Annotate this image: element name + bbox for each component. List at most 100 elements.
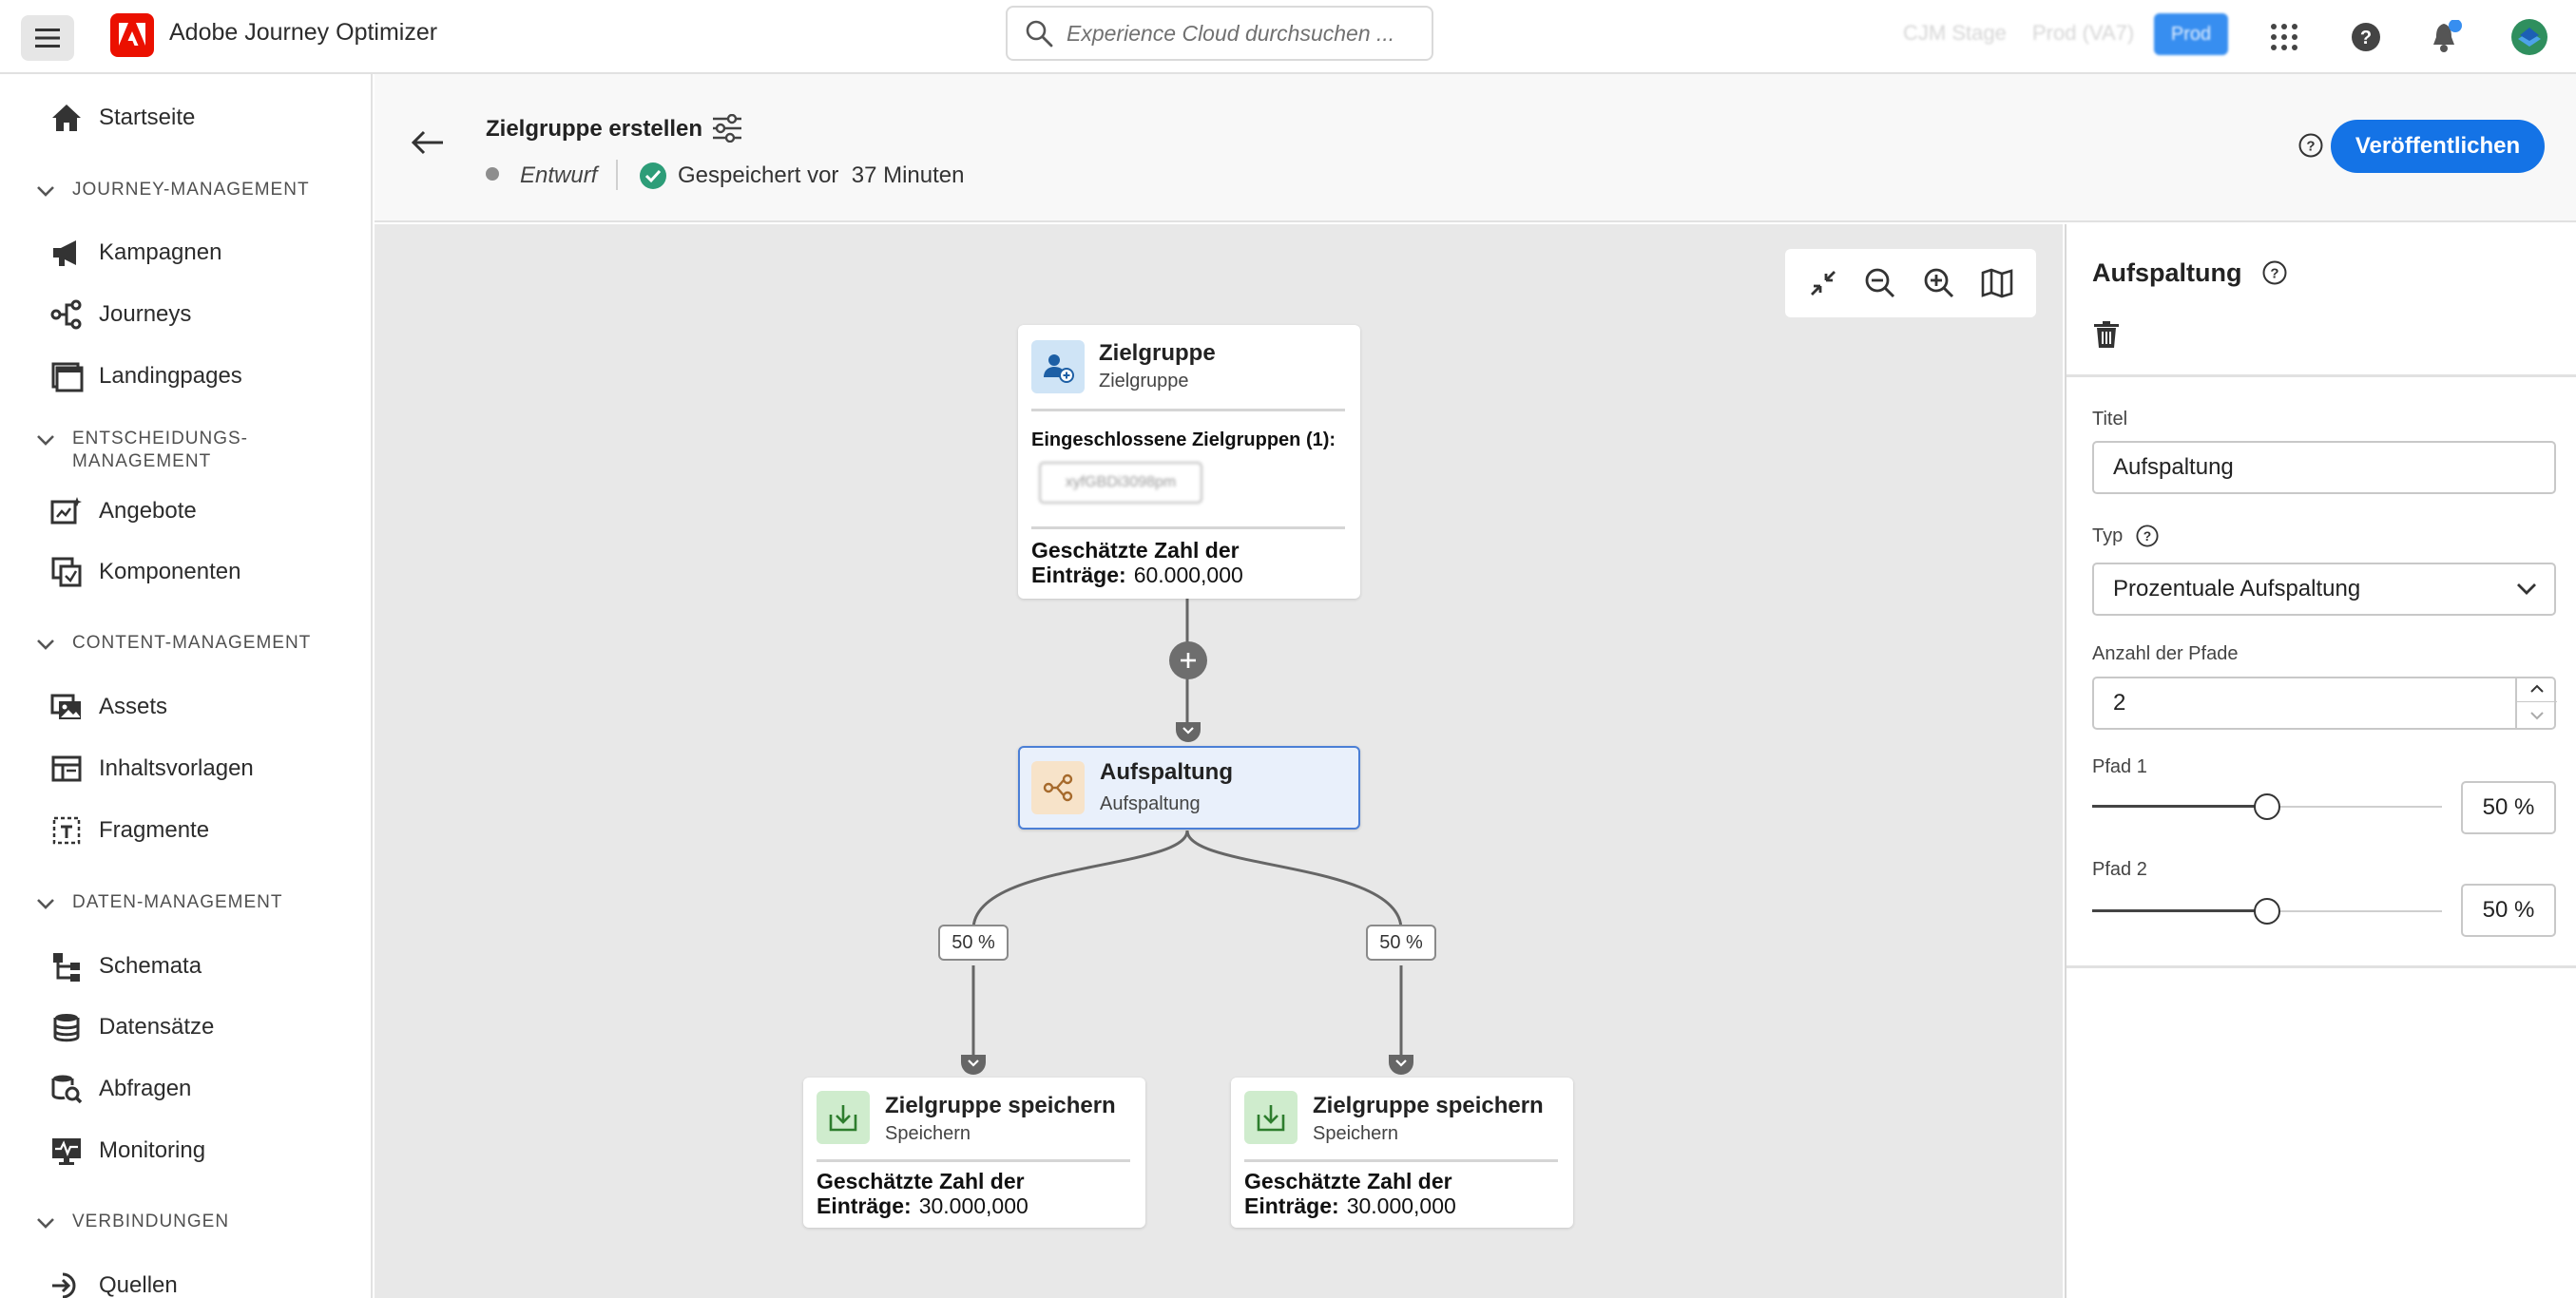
landing-page-icon <box>51 362 84 392</box>
chevron-down-icon <box>37 1218 54 1229</box>
avatar[interactable] <box>2508 15 2551 59</box>
connector-handle[interactable] <box>1176 722 1201 743</box>
search-input[interactable]: Experience Cloud durchsuchen ... <box>1006 6 1433 61</box>
path-2-label: Pfad 2 <box>2092 859 2147 880</box>
save-audience-node[interactable]: Zielgruppe speichern Speichern Geschätzt… <box>803 1078 1145 1228</box>
sidebar-item-inhaltsvorlagen[interactable]: Inhaltsvorlagen <box>49 750 254 788</box>
sidebar-item-komponenten[interactable]: Komponenten <box>49 553 240 591</box>
env-label-prod[interactable]: Prod <box>2154 13 2228 55</box>
audience-icon <box>1031 340 1085 393</box>
estimate-label-line2: Einträge: <box>817 1193 912 1218</box>
path-2-slider[interactable] <box>2092 897 2442 926</box>
sidebar-section-content-management[interactable]: CONTENT-MANAGEMENT <box>36 632 311 655</box>
estimate-label-line2: Einträge: <box>1031 563 1126 587</box>
estimate-label: Geschätzte Zahl der Einträge: 30.000,000 <box>817 1169 1028 1218</box>
sidebar-section-entscheidungs-management[interactable]: ENTSCHEIDUNGS- MANAGEMENT <box>36 428 248 473</box>
slider-handle[interactable] <box>2254 793 2280 820</box>
path-1-label: Pfad 1 <box>2092 756 2147 777</box>
sidebar-item-schemata[interactable]: Schemata <box>49 947 202 985</box>
save-audience-node[interactable]: Zielgruppe speichern Speichern Geschätzt… <box>1231 1078 1573 1228</box>
help-icon[interactable]: ? <box>2136 525 2159 547</box>
node-divider <box>1244 1159 1558 1162</box>
page-title: Zielgruppe erstellen <box>486 116 703 142</box>
node-divider <box>1031 526 1345 529</box>
adobe-logo[interactable] <box>110 13 154 57</box>
sidebar-item-kampagnen[interactable]: Kampagnen <box>49 234 221 272</box>
section-line-2: MANAGEMENT <box>72 451 212 471</box>
apps-grid-button[interactable] <box>2262 15 2306 59</box>
help-icon[interactable]: ? <box>2262 260 2287 285</box>
node-title: Zielgruppe speichern <box>1313 1093 1544 1118</box>
queries-icon <box>51 1075 83 1104</box>
sidebar-item-monitoring[interactable]: Monitoring <box>49 1132 205 1170</box>
notifications-button[interactable] <box>2424 15 2468 59</box>
connector-handle[interactable] <box>961 1055 986 1076</box>
page-header <box>375 74 2576 222</box>
audience-node[interactable]: Zielgruppe Zielgruppe Eingeschlossene Zi… <box>1018 325 1360 599</box>
slider-handle[interactable] <box>2254 898 2280 925</box>
sidebar-item-abfragen[interactable]: Abfragen <box>49 1070 191 1108</box>
journey-icon <box>50 299 82 330</box>
delete-button[interactable] <box>2091 319 2122 350</box>
chevron-down-icon <box>1389 1055 1413 1075</box>
env-label-prod-va7[interactable]: Prod (VA7) <box>2032 21 2134 46</box>
menu-button[interactable] <box>21 15 74 61</box>
included-audiences-label: Eingeschlossene Zielgruppen (1): <box>1031 429 1336 450</box>
sidebar-item-landingpages[interactable]: Landingpages <box>49 357 242 395</box>
estimate-value: 60.000,000 <box>1133 563 1243 587</box>
path-1-slider[interactable] <box>2092 792 2442 821</box>
path-2-percent-input[interactable]: 50 % <box>2461 884 2556 937</box>
save-icon <box>817 1091 870 1144</box>
assets-icon <box>50 694 81 719</box>
stepper-up[interactable] <box>2517 677 2557 702</box>
sidebar-section-journey-management[interactable]: JOURNEY-MANAGEMENT <box>36 179 310 201</box>
node-subtitle: Speichern <box>1313 1123 1399 1144</box>
path-count-input[interactable]: 2 <box>2092 677 2556 730</box>
estimate-value: 30.000,000 <box>918 1193 1028 1218</box>
node-subtitle: Speichern <box>885 1123 971 1144</box>
panel-divider <box>2067 965 2576 968</box>
node-subtitle: Aufspaltung <box>1100 793 1201 814</box>
sidebar-item-datensaetze[interactable]: Datensätze <box>49 1008 214 1046</box>
home-icon <box>52 105 81 131</box>
help-button[interactable]: ? <box>2344 15 2388 59</box>
path-count-label: Anzahl der Pfade <box>2092 643 2239 664</box>
type-field-label-row: Typ ? <box>2092 525 2159 547</box>
split-node[interactable]: Aufspaltung Aufspaltung <box>1018 746 1360 830</box>
apps-grid-icon <box>2271 24 2297 50</box>
title-field-label: Titel <box>2092 409 2128 429</box>
back-button[interactable] <box>411 129 445 156</box>
help-icon[interactable]: ? <box>2298 133 2323 158</box>
avatar-icon <box>2511 19 2547 55</box>
env-label-cjm-stage[interactable]: CJM Stage <box>1903 21 2007 46</box>
panel-title: Aufspaltung <box>2092 258 2242 287</box>
sidebar-item-assets[interactable]: Assets <box>49 688 167 726</box>
sidebar-section-verbindungen[interactable]: VERBINDUNGEN <box>36 1211 229 1233</box>
add-activity-button[interactable] <box>1168 640 1208 680</box>
datasets-icon <box>53 1014 80 1042</box>
stepper-down[interactable] <box>2517 702 2557 728</box>
connector-handle[interactable] <box>1389 1055 1413 1076</box>
megaphone-icon <box>53 240 76 266</box>
panel-divider <box>2067 374 2576 377</box>
chevron-down-icon <box>961 1055 986 1075</box>
svg-text:?: ? <box>2360 28 2372 48</box>
audience-chip[interactable]: xyfGBDi3098pm <box>1039 462 1202 504</box>
sidebar-item-angebote[interactable]: Angebote <box>49 492 197 530</box>
sidebar-item-fragmente[interactable]: Fragmente <box>49 811 209 849</box>
sidebar-item-journeys[interactable]: Journeys <box>49 296 191 334</box>
node-title: Aufspaltung <box>1100 759 1233 785</box>
type-select[interactable]: Prozentuale Aufspaltung <box>2092 563 2556 616</box>
sidebar-item-quellen[interactable]: Quellen <box>49 1267 178 1298</box>
header-divider <box>616 160 618 190</box>
estimate-label-line1: Geschätzte Zahl der <box>1244 1169 1452 1193</box>
sidebar-item-startseite[interactable]: Startseite <box>49 99 195 137</box>
title-input[interactable]: Aufspaltung <box>2092 441 2556 494</box>
type-select-value: Prozentuale Aufspaltung <box>2113 576 2361 601</box>
properties-button[interactable] <box>711 114 743 143</box>
sidebar-section-daten-management[interactable]: DATEN-MANAGEMENT <box>36 891 282 914</box>
path-1-percent-input[interactable]: 50 % <box>2461 781 2556 834</box>
path-count-stepper[interactable] <box>2515 677 2557 730</box>
publish-button[interactable]: Veröffentlichen <box>2331 120 2545 173</box>
estimate-label-line1: Geschätzte Zahl der <box>1031 538 1240 563</box>
